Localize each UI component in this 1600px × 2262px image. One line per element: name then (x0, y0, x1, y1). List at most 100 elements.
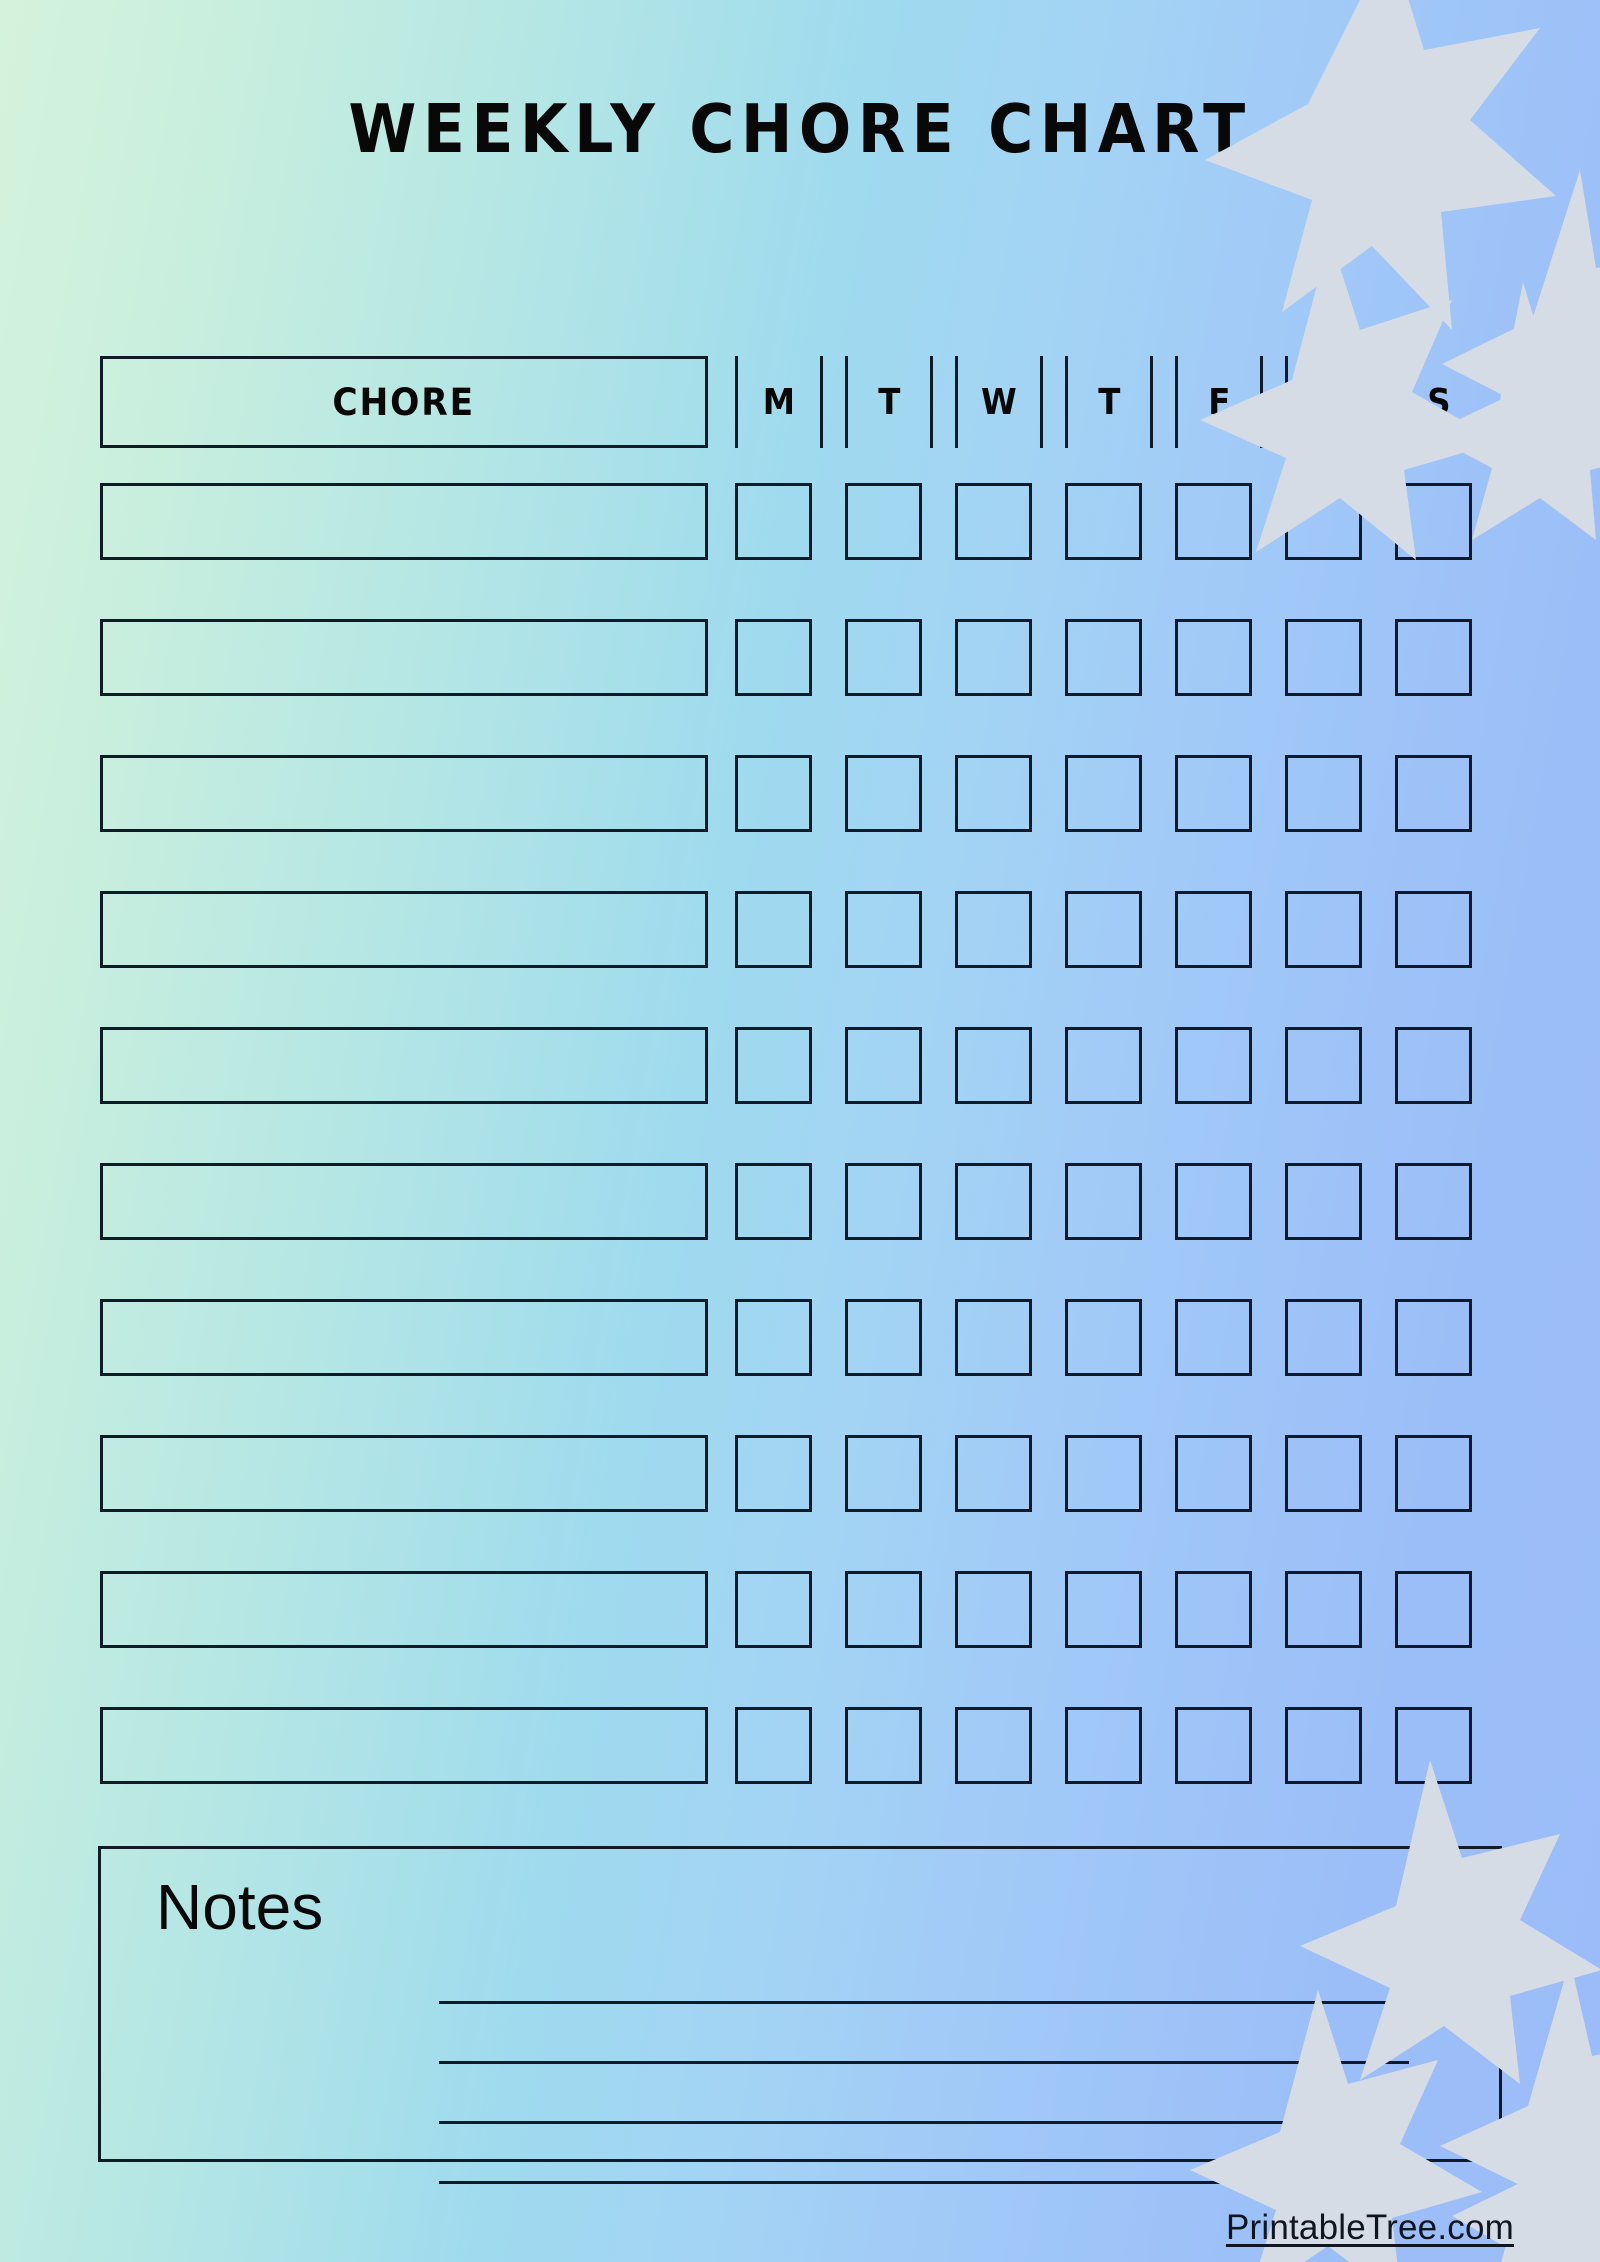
chore-name-field[interactable] (100, 1027, 708, 1104)
chore-checkbox[interactable] (955, 1299, 1032, 1376)
chore-checkbox[interactable] (1285, 1435, 1362, 1512)
chore-checkbox[interactable] (1285, 891, 1362, 968)
chore-checkbox[interactable] (845, 619, 922, 696)
notes-section[interactable]: Notes (98, 1846, 1502, 2184)
day-header-2: W (955, 356, 1043, 448)
chore-checkbox[interactable] (1395, 1707, 1472, 1784)
chore-checkbox[interactable] (845, 1707, 922, 1784)
chore-checkbox[interactable] (1395, 1163, 1472, 1240)
chore-checkbox[interactable] (955, 619, 1032, 696)
chore-checkbox[interactable] (735, 619, 812, 696)
chore-checkbox[interactable] (845, 891, 922, 968)
chore-checkbox[interactable] (1175, 1299, 1252, 1376)
chore-checkbox[interactable] (845, 1299, 922, 1376)
chore-checkbox[interactable] (845, 755, 922, 832)
chore-checkbox[interactable] (1285, 1707, 1362, 1784)
chore-checkbox[interactable] (1065, 1027, 1142, 1104)
chore-checkbox[interactable] (1175, 1707, 1252, 1784)
chore-checkbox[interactable] (845, 1027, 922, 1104)
day-header-divider (1175, 356, 1178, 448)
chore-checkbox[interactable] (1065, 1163, 1142, 1240)
chore-checkbox[interactable] (955, 1163, 1032, 1240)
chore-checkbox[interactable] (735, 1435, 812, 1512)
chore-checkbox[interactable] (735, 1163, 812, 1240)
chore-checkbox[interactable] (1175, 1027, 1252, 1104)
chore-name-field[interactable] (100, 755, 708, 832)
chore-checkbox[interactable] (735, 483, 812, 560)
day-header-label: W (981, 381, 1017, 423)
chore-checkbox[interactable] (1285, 619, 1362, 696)
chore-checkbox[interactable] (1065, 483, 1142, 560)
chore-checkbox[interactable] (955, 1571, 1032, 1648)
chore-checkbox[interactable] (955, 1707, 1032, 1784)
chore-checkbox[interactable] (1065, 1435, 1142, 1512)
day-header-6: S (1395, 356, 1483, 448)
chore-checkbox[interactable] (1285, 1571, 1362, 1648)
chore-checkbox[interactable] (1175, 1571, 1252, 1648)
chore-checkbox[interactable] (1285, 1027, 1362, 1104)
chore-checkbox[interactable] (1175, 755, 1252, 832)
day-header-divider (1040, 356, 1043, 448)
day-header-divider (1150, 356, 1153, 448)
day-header-label: S (1427, 381, 1451, 423)
chore-checkbox[interactable] (735, 755, 812, 832)
chore-name-field[interactable] (100, 619, 708, 696)
chore-checkbox[interactable] (955, 1027, 1032, 1104)
day-header-5: S (1285, 356, 1373, 448)
chore-name-field[interactable] (100, 1571, 708, 1648)
notes-line[interactable] (439, 2061, 1409, 2064)
chore-checkbox[interactable] (845, 1571, 922, 1648)
chore-name-field[interactable] (100, 1299, 708, 1376)
chore-column-header: CHORE (100, 356, 708, 448)
notes-line[interactable] (439, 2121, 1409, 2124)
chore-checkbox[interactable] (1065, 1299, 1142, 1376)
chore-checkbox[interactable] (955, 483, 1032, 560)
chore-checkbox[interactable] (1395, 1571, 1472, 1648)
chore-checkbox[interactable] (1175, 1163, 1252, 1240)
chore-checkbox[interactable] (1285, 483, 1362, 560)
chore-checkbox[interactable] (735, 891, 812, 968)
chore-checkbox[interactable] (1175, 891, 1252, 968)
day-header-divider (735, 356, 738, 448)
chore-checkbox[interactable] (1065, 619, 1142, 696)
chore-checkbox[interactable] (955, 1435, 1032, 1512)
chore-checkbox[interactable] (1065, 755, 1142, 832)
chore-checkbox[interactable] (1065, 1707, 1142, 1784)
chore-checkbox[interactable] (1065, 1571, 1142, 1648)
chore-checkbox[interactable] (1395, 619, 1472, 696)
chore-checkbox[interactable] (1395, 1299, 1472, 1376)
chore-checkbox[interactable] (1285, 755, 1362, 832)
chore-checkbox[interactable] (735, 1571, 812, 1648)
chore-checkbox[interactable] (1395, 755, 1472, 832)
day-header-divider (1395, 356, 1398, 448)
chore-checkbox[interactable] (1065, 891, 1142, 968)
chore-name-field[interactable] (100, 891, 708, 968)
chore-checkbox[interactable] (1175, 483, 1252, 560)
chore-checkbox[interactable] (1285, 1163, 1362, 1240)
chore-checkbox[interactable] (845, 483, 922, 560)
site-watermark[interactable]: PrintableTree.com (1226, 2208, 1514, 2248)
chore-checkbox[interactable] (735, 1707, 812, 1784)
chore-checkbox[interactable] (1395, 483, 1472, 560)
chore-checkbox[interactable] (1395, 891, 1472, 968)
day-header-divider (1370, 356, 1373, 448)
day-header-divider (1260, 356, 1263, 448)
chore-checkbox[interactable] (1395, 1435, 1472, 1512)
chore-checkbox[interactable] (845, 1435, 922, 1512)
chore-checkbox[interactable] (1395, 1027, 1472, 1104)
chore-checkbox[interactable] (1285, 1299, 1362, 1376)
chore-checkbox[interactable] (955, 755, 1032, 832)
chore-name-field[interactable] (100, 1435, 708, 1512)
chore-name-field[interactable] (100, 1707, 708, 1784)
chore-checkbox[interactable] (1175, 619, 1252, 696)
chore-name-field[interactable] (100, 483, 708, 560)
day-header-label: T (877, 381, 901, 423)
chore-name-field[interactable] (100, 1163, 708, 1240)
chore-checkbox[interactable] (735, 1027, 812, 1104)
chore-checkbox[interactable] (955, 891, 1032, 968)
chore-checkbox[interactable] (735, 1299, 812, 1376)
chore-checkbox[interactable] (1175, 1435, 1252, 1512)
notes-line[interactable] (439, 2181, 1409, 2184)
notes-line[interactable] (439, 2001, 1409, 2004)
chore-checkbox[interactable] (845, 1163, 922, 1240)
